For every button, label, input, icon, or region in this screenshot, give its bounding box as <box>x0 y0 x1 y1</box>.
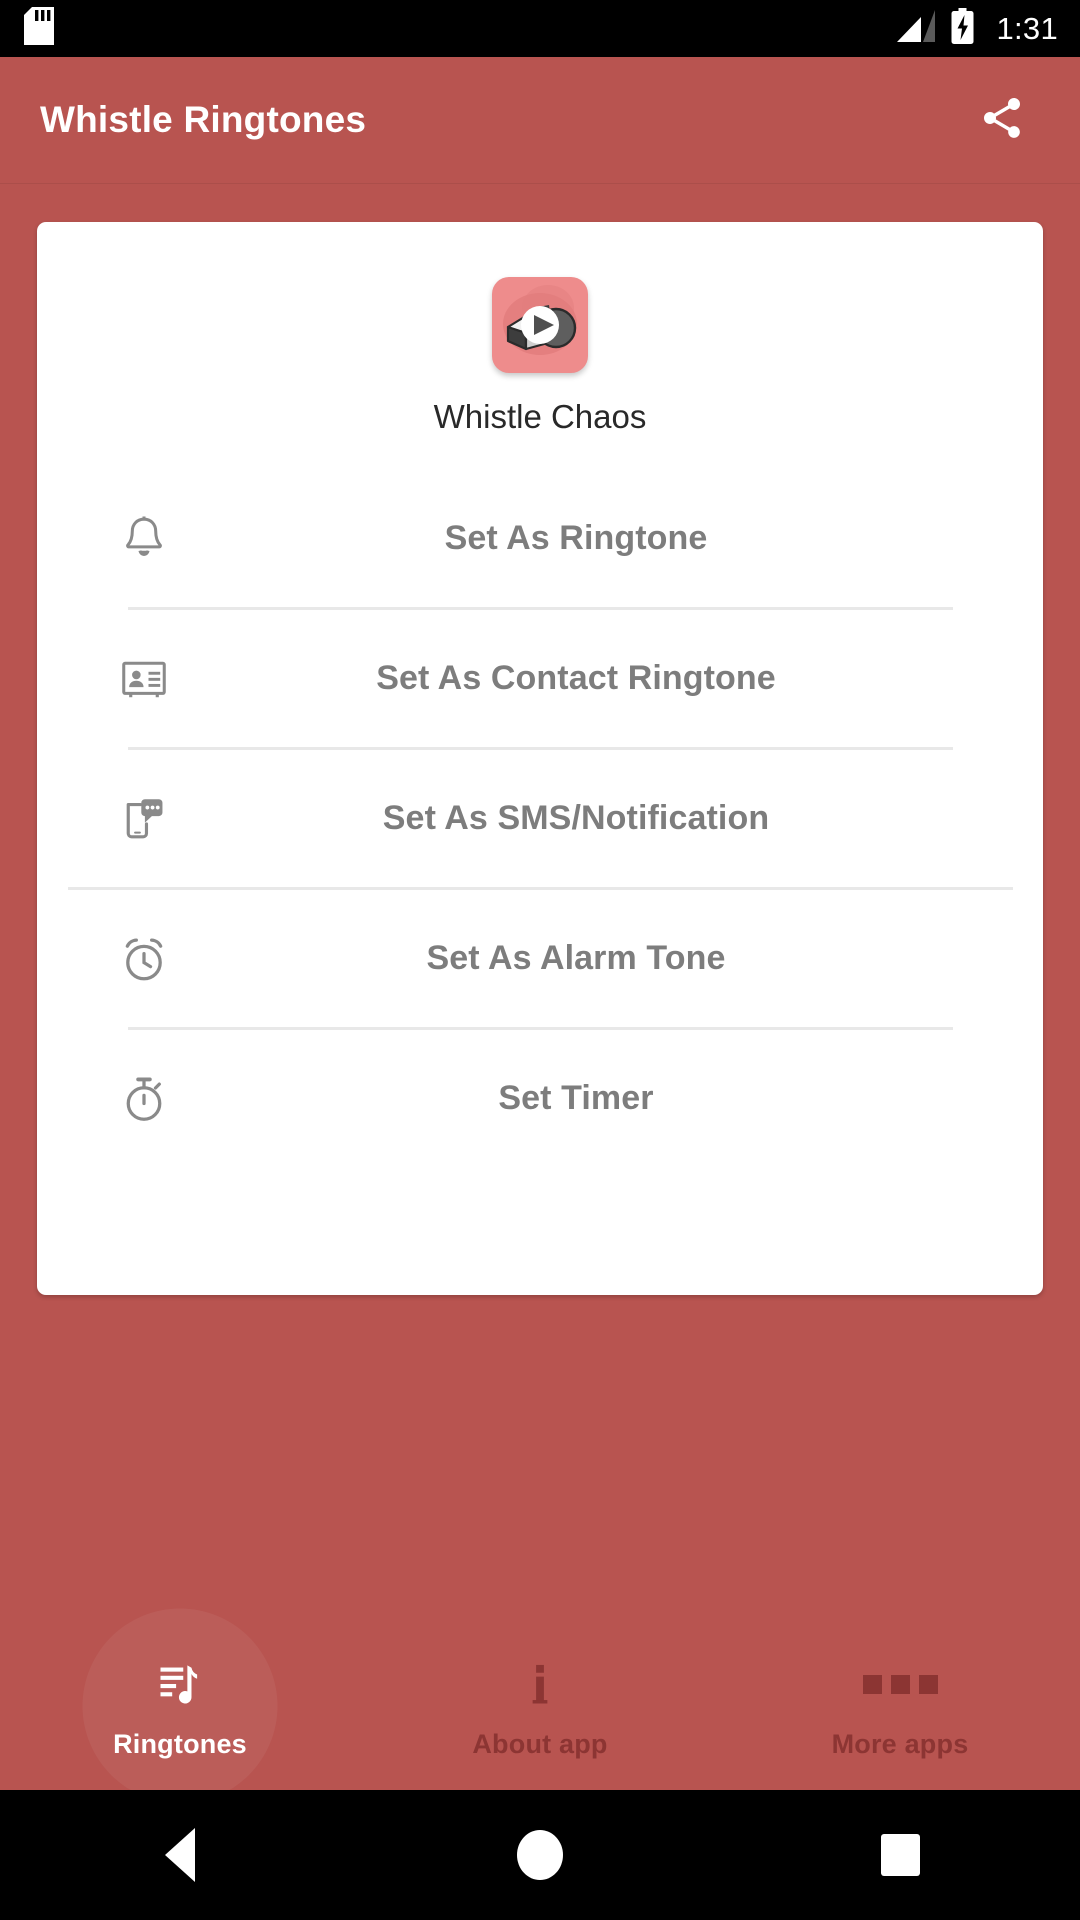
status-bar-left <box>24 7 54 50</box>
nav-label: More apps <box>831 1729 969 1759</box>
action-row-set-as-ringtone[interactable]: Set As Ringtone <box>37 470 1043 607</box>
recents-square-icon <box>880 1834 920 1876</box>
more-dots-icon <box>862 1652 938 1716</box>
action-label: Set As Ringtone <box>444 519 708 557</box>
status-bar: 1:31 <box>0 0 1080 57</box>
dot <box>862 1674 882 1694</box>
battery-charging-icon <box>951 8 974 49</box>
nav-item-ringtones[interactable]: Ringtones <box>0 1608 360 1804</box>
recents-button[interactable] <box>820 1790 980 1920</box>
info-icon <box>514 1652 566 1716</box>
sd-card-icon <box>24 7 54 50</box>
status-bar-right: 1:31 <box>897 8 1058 49</box>
action-label: Set As SMS/Notification <box>382 799 770 837</box>
app-bar: Whistle Ringtones <box>0 57 1080 183</box>
home-circle-icon <box>517 1830 563 1880</box>
nav-item-about-app[interactable]: About app <box>360 1622 720 1790</box>
content-card: Whistle Chaos Set As Ringtone Set As Con… <box>37 222 1043 1295</box>
action-list: Set As Ringtone Set As Contact Ringtone … <box>37 470 1043 1167</box>
action-row-set-timer[interactable]: Set Timer <box>37 1030 1043 1167</box>
action-row-set-as-contact-ringtone[interactable]: Set As Contact Ringtone <box>37 610 1043 747</box>
action-row-set-as-alarm-tone[interactable]: Set As Alarm Tone <box>37 890 1043 1027</box>
share-button[interactable] <box>960 78 1044 162</box>
app-title: Whistle Ringtones <box>40 99 367 140</box>
action-row-set-as-sms-notification[interactable]: Set As SMS/Notification <box>37 750 1043 887</box>
android-navigation-bar <box>0 1790 1080 1920</box>
action-label: Set As Contact Ringtone <box>376 659 776 697</box>
status-bar-clock: 1:31 <box>996 10 1058 46</box>
bottom-navigation: Ringtones About app More apps <box>0 1608 1080 1804</box>
back-button[interactable] <box>100 1790 260 1920</box>
action-label: Set Timer <box>498 1079 654 1117</box>
dot <box>918 1674 938 1694</box>
dot <box>890 1674 910 1694</box>
whistle-play-icon[interactable] <box>492 277 588 373</box>
alarm-clock-icon <box>109 924 179 994</box>
app-screen: 1:31 Whistle Ringtones Whistle Chaos Set… <box>0 0 1080 1920</box>
contact-card-icon <box>109 644 179 714</box>
track-title: Whistle Chaos <box>433 398 647 435</box>
back-triangle-icon <box>165 1828 195 1882</box>
share-icon <box>978 94 1026 147</box>
track-header: Whistle Chaos <box>37 222 1043 436</box>
nav-label: Ringtones <box>113 1729 247 1759</box>
playlist-music-icon <box>154 1652 206 1716</box>
nav-label: About app <box>472 1729 608 1759</box>
action-label: Set As Alarm Tone <box>426 939 726 977</box>
bell-icon <box>109 504 179 574</box>
stopwatch-icon <box>109 1064 179 1134</box>
signal-icon <box>897 10 936 47</box>
sms-bubble-icon <box>109 784 179 854</box>
home-button[interactable] <box>460 1790 620 1920</box>
nav-item-more-apps[interactable]: More apps <box>720 1622 1080 1790</box>
